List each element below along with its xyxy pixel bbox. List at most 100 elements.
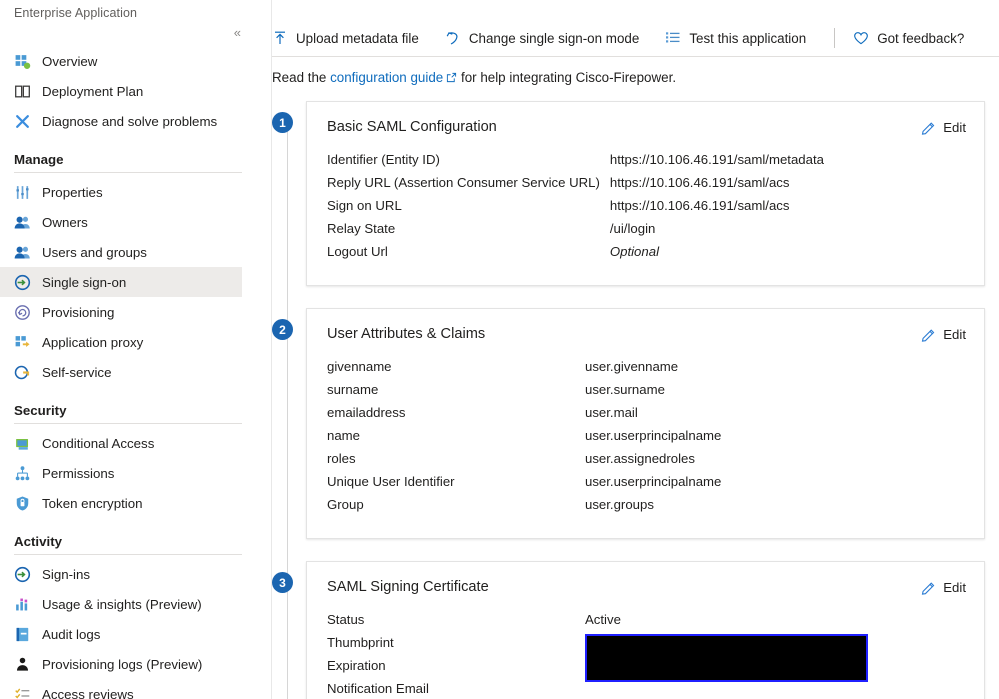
card-title: User Attributes & Claims [327,326,486,342]
conditional-access-icon [14,435,31,452]
detail-table: givenname user.givenname surname user.surna… [327,359,721,520]
detail-value: Active [585,612,621,627]
undo-arrow-icon [445,30,461,46]
external-link-icon [446,71,457,83]
detail-value-redacted [585,681,905,699]
sidebar-group-divider [14,423,242,424]
detail-value: user.assignedroles [585,451,695,466]
sidebar-item-self-service[interactable]: Self-service [0,357,242,387]
sidebar-item-provisioning[interactable]: Provisioning [0,297,242,327]
sidebar-item-conditional-access[interactable]: Conditional Access [0,428,242,458]
sso-card: User Attributes & Claims Edit givenname use… [306,308,985,539]
sliders-icon [14,184,31,201]
detail-label: givenname [327,359,392,374]
edit-button[interactable]: Edit [921,120,966,135]
detail-label: Expiration [327,658,386,673]
detail-label: Identifier (Entity ID) [327,152,440,167]
people-icon [14,214,31,231]
sidebar: Enterprise Application « Overview Deploym… [0,0,272,699]
breadcrumb: Enterprise Application [14,6,138,20]
grid-overview-icon [14,53,31,70]
main-content: Upload metadata file Change single sign-… [272,0,999,699]
permissions-icon [14,465,31,482]
sidebar-item-label: Properties [42,184,103,200]
sidebar-item-usage-insights-preview[interactable]: Usage & insights (Preview) [0,589,242,619]
detail-label: surname [327,382,379,397]
sidebar-item-diagnose-and-solve-problems[interactable]: Diagnose and solve problems [0,106,242,136]
sidebar-item-access-reviews[interactable]: Access reviews [0,679,242,699]
card-title: Basic SAML Configuration [327,119,497,135]
detail-label: Unique User Identifier [327,474,455,489]
bar-chart-icon [14,596,31,613]
sidebar-item-label: Token encryption [42,495,143,511]
sidebar-item-permissions[interactable]: Permissions [0,458,242,488]
sidebar-item-users-and-groups[interactable]: Users and groups [0,237,242,267]
table-row: roles user.assignedroles [327,451,721,474]
upload-metadata-file-button[interactable]: Upload metadata file [272,26,429,50]
heart-icon [853,30,869,46]
detail-value: user.givenname [585,359,679,374]
detail-label: Group [327,497,364,512]
configuration-guide-link[interactable]: configuration guide [330,70,443,85]
sso-step: 3 SAML Signing Certificate Edit Status Activ… [272,561,999,699]
detail-value: user.userprincipalname [585,474,722,489]
detail-table: Identifier (Entity ID) https://10.106.46.… [327,152,824,267]
configuration-guide-line: Read the configuration guide for help in… [272,57,999,85]
sidebar-item-token-encryption[interactable]: Token encryption [0,488,242,518]
detail-label: emailaddress [327,405,406,420]
read-line-prefix: Read the [272,70,331,85]
sidebar-item-provisioning-logs-preview[interactable]: Provisioning logs (Preview) [0,649,242,679]
sidebar-item-application-proxy[interactable]: Application proxy [0,327,242,357]
signin-arrow-icon [14,566,31,583]
sidebar-item-label: Provisioning logs (Preview) [42,656,203,672]
detail-value: user.surname [585,382,665,397]
sidebar-item-deployment-plan[interactable]: Deployment Plan [0,76,242,106]
test-this-application-button[interactable]: Test this application [665,26,816,50]
sidebar-item-label: Self-service [42,364,112,380]
edit-button-label: Edit [943,120,966,135]
app-root: Enterprise Application « Overview Deploym… [0,0,999,699]
app-proxy-icon [14,334,31,351]
sidebar-item-label: Overview [42,53,98,69]
sidebar-item-owners[interactable]: Owners [0,207,242,237]
sidebar-item-label: Single sign-on [42,274,127,290]
sidebar-group-title: Activity [14,534,63,549]
sidebar-item-sign-ins[interactable]: Sign-ins [0,559,242,589]
sidebar-item-label: Conditional Access [42,435,155,451]
detail-value: user.mail [585,405,638,420]
sidebar-item-overview[interactable]: Overview [0,46,242,76]
toolbar-divider [834,28,836,48]
collapse-sidebar-button[interactable]: « [234,26,241,39]
shield-icon [14,495,31,512]
got-feedback-label: Got feedback? [877,30,965,46]
detail-label: name [327,428,360,443]
list-icon [665,30,681,46]
sidebar-item-label: Sign-ins [42,566,91,582]
table-row: Relay State/ui/login [327,221,824,244]
pencil-icon [921,580,936,595]
sidebar-item-label: Provisioning [42,304,115,320]
sidebar-group-title: Security [14,403,67,418]
table-row: Sign on URL https://10.106.46.191/saml/ac… [327,198,824,221]
sidebar-item-properties[interactable]: Properties [0,177,242,207]
sidebar-item-label: Permissions [42,465,115,481]
sidebar-item-label: Audit logs [42,626,101,642]
got-feedback-button[interactable]: Got feedback? [853,26,974,50]
sidebar-item-single-sign-on[interactable]: Single sign-on [0,267,242,297]
sidebar-item-audit-logs[interactable]: Audit logs [0,619,242,649]
edit-button[interactable]: Edit [921,327,966,342]
detail-value: https://10.106.46.191/saml/metadata [609,152,824,167]
change-sso-mode-button[interactable]: Change single sign-on mode [445,26,649,50]
upload-metadata-file-label: Upload metadata file [296,30,419,46]
sidebar-item-label: Owners [42,214,88,230]
detail-label: Thumbprint [327,635,394,650]
sidebar-group-title: Manage [14,152,64,167]
command-toolbar: Upload metadata file Change single sign-… [272,18,999,58]
edit-button-label: Edit [943,580,966,595]
audit-log-icon [14,626,31,643]
edit-button[interactable]: Edit [921,580,966,595]
detail-label: Notification Email [327,681,429,696]
card-body: Status Active Thumbprint Expiration Notifi… [327,612,964,699]
sso-card: SAML Signing Certificate Edit Status Active… [306,561,985,699]
detail-value-optional: Optional [609,244,659,259]
